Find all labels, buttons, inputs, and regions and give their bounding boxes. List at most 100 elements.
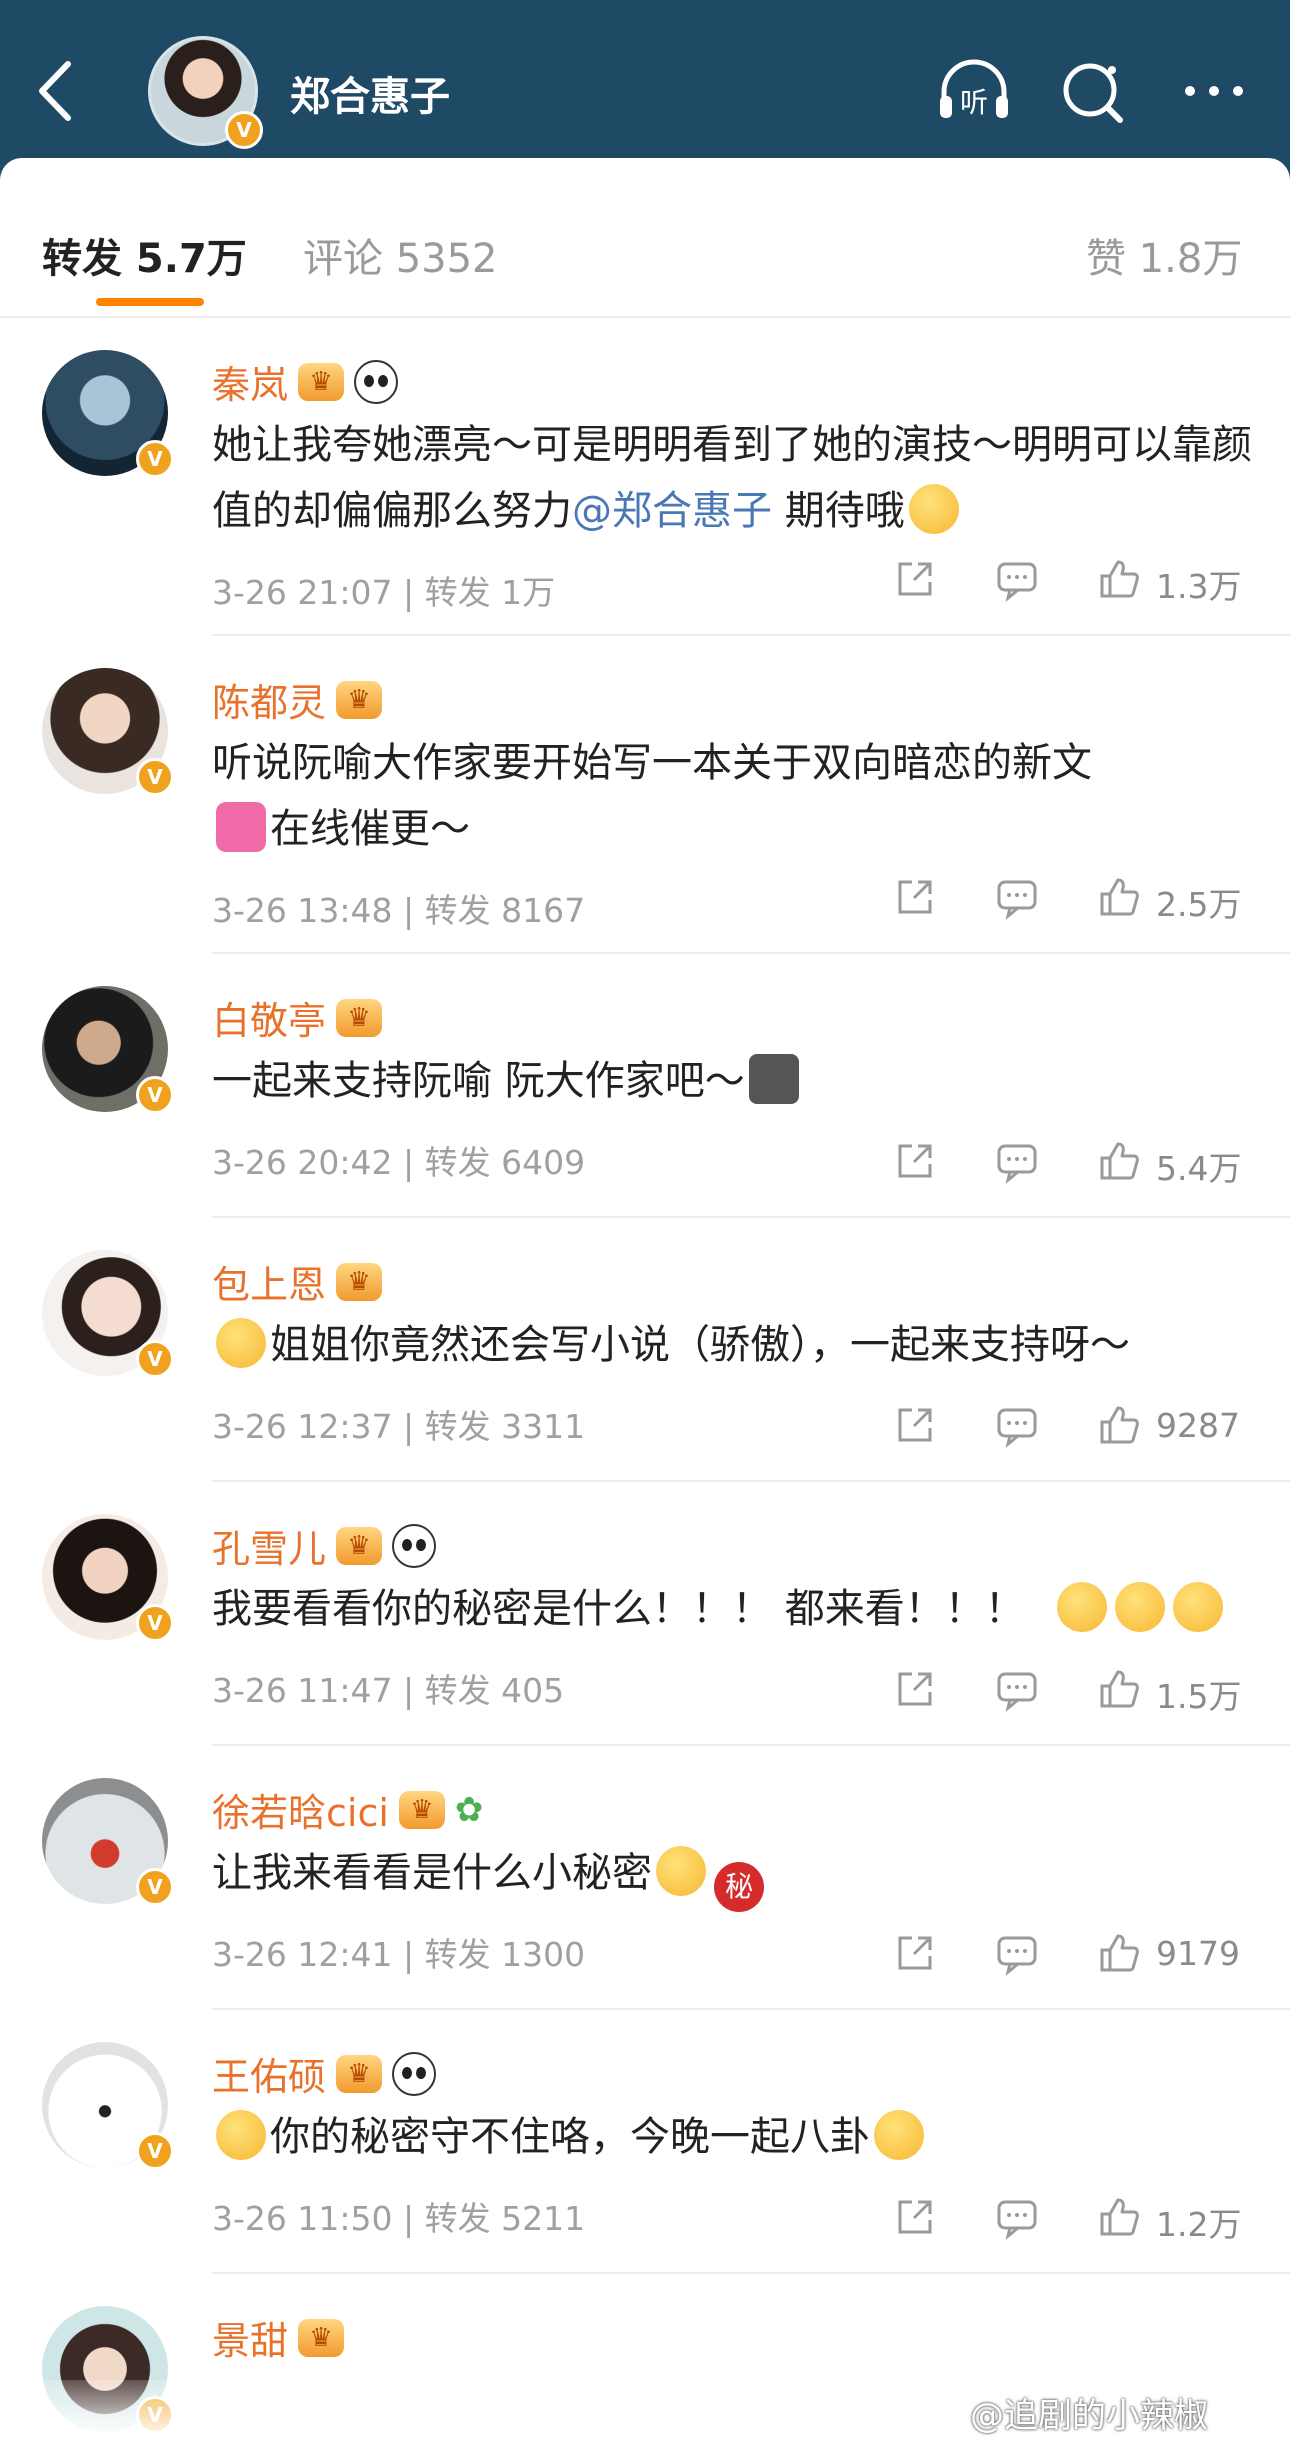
comment-icon[interactable]	[990, 1134, 1044, 1188]
share-icon[interactable]	[888, 1398, 942, 1452]
comment-text: 让我来看看是什么小秘密秘	[212, 1840, 1252, 1912]
tab-bar: 转发 5.7万 评论 5352 赞 1.8万	[0, 158, 1290, 318]
user-name[interactable]: 陈都灵	[212, 672, 326, 727]
comment-text: 她让我夸她漂亮～可是明明看到了她的演技～明明可以靠颜值的却偏偏那么努力@郑合惠子…	[212, 422, 1252, 534]
user-name[interactable]: 徐若晗cici	[212, 1782, 389, 1837]
smug-emoji-icon	[874, 2110, 924, 2160]
verified-badge: V	[225, 111, 263, 149]
heart-emoji-icon	[216, 802, 266, 852]
share-icon[interactable]	[888, 870, 942, 924]
divider	[212, 634, 1290, 636]
post-meta: 3-26 12:37 | 转发 3311	[212, 1407, 586, 1446]
crown-badge-icon: ♛	[398, 1790, 445, 1829]
like-icon[interactable]	[1092, 552, 1146, 606]
comment-icon[interactable]	[990, 1398, 1044, 1452]
comment-icon[interactable]	[990, 2190, 1044, 2244]
avatar[interactable]: V	[42, 1778, 174, 1906]
divider	[212, 952, 1290, 954]
smiling-hearts-emoji-icon	[908, 484, 959, 534]
tv-emoji-icon	[748, 1054, 799, 1104]
mention-link[interactable]: @郑合惠子	[572, 488, 772, 534]
profile-name[interactable]: 郑合惠子	[290, 64, 450, 122]
crown-badge-icon: ♛	[298, 362, 345, 401]
user-name-line: 徐若晗cici ♛ ✿	[212, 1782, 483, 1837]
comment-icon[interactable]	[990, 1662, 1044, 1716]
divider	[212, 2008, 1290, 2010]
comment-icon[interactable]	[990, 552, 1044, 606]
thinking-emoji-icon	[216, 2110, 266, 2160]
shocked-emoji-icon	[1057, 1582, 1108, 1632]
crown-badge-icon: ♛	[336, 1526, 383, 1565]
verified-badge: V	[136, 758, 174, 796]
tab-comments[interactable]: 评论 5352	[303, 226, 498, 284]
user-name[interactable]: 王佑硕	[212, 2046, 326, 2101]
divider	[212, 2272, 1290, 2274]
tab-likes[interactable]: 赞 1.8万	[1086, 226, 1242, 284]
share-icon[interactable]	[888, 1134, 942, 1188]
listen-label: 听	[960, 86, 988, 119]
crown-badge-icon: ♛	[336, 998, 383, 1037]
share-icon[interactable]	[888, 2190, 942, 2244]
avatar[interactable]: V	[42, 986, 174, 1114]
verified-badge: V	[136, 1604, 174, 1642]
share-icon[interactable]	[888, 1662, 942, 1716]
comment-text: 你的秘密守不住咯，今晚一起八卦	[212, 2104, 1252, 2170]
comment-icon[interactable]	[990, 870, 1044, 924]
avatar[interactable]: V	[42, 1514, 174, 1642]
verified-badge: V	[136, 1868, 174, 1906]
share-icon[interactable]	[888, 1926, 942, 1980]
share-icon[interactable]	[888, 552, 942, 606]
profile-avatar[interactable]: V	[148, 36, 263, 149]
panda-badge-icon	[354, 359, 399, 404]
post-meta: 3-26 12:41 | 转发 1300	[212, 1935, 586, 1974]
avatar[interactable]: V	[42, 2042, 174, 2170]
post-meta: 3-26 21:07 | 转发 1万	[212, 573, 556, 612]
watermark: @追剧的小辣椒	[970, 2396, 1208, 2436]
user-name-line: 秦岚 ♛	[212, 354, 399, 409]
crown-badge-icon: ♛	[336, 2054, 383, 2093]
comment-text: 一起来支持阮喻 阮大作家吧～	[212, 1048, 1252, 1114]
search-icon[interactable]	[1054, 56, 1134, 126]
avatar[interactable]: V	[42, 1250, 174, 1378]
like-count: 1.3万	[1156, 567, 1242, 606]
like-icon[interactable]	[1092, 1926, 1146, 1980]
user-name[interactable]: 包上恩	[212, 1254, 326, 1309]
user-name-line: 白敬亭 ♛	[212, 990, 383, 1045]
like-count: 9287	[1156, 1406, 1240, 1445]
listen-icon[interactable]: 听	[934, 56, 1014, 126]
back-icon[interactable]	[30, 56, 80, 126]
avatar[interactable]: V	[42, 668, 174, 796]
like-icon[interactable]	[1092, 1398, 1146, 1452]
panda-badge-icon	[392, 1523, 437, 1568]
like-icon[interactable]	[1092, 870, 1146, 924]
verified-badge: V	[136, 440, 174, 478]
avatar[interactable]: V	[42, 350, 174, 478]
tab-active-indicator	[96, 298, 204, 306]
user-name[interactable]: 孔雪儿	[212, 1518, 326, 1573]
comment-icon[interactable]	[990, 1926, 1044, 1980]
user-name[interactable]: 景甜	[212, 2310, 288, 2365]
user-name[interactable]: 秦岚	[212, 354, 288, 409]
like-count: 9179	[1156, 1934, 1240, 1973]
user-name[interactable]: 白敬亭	[212, 990, 326, 1045]
divider	[212, 1744, 1290, 1746]
tab-reposts[interactable]: 转发 5.7万	[42, 226, 247, 284]
crown-badge-icon: ♛	[298, 2318, 345, 2357]
like-icon[interactable]	[1092, 1662, 1146, 1716]
verified-badge: V	[136, 2132, 174, 2170]
verified-badge: V	[136, 1076, 174, 1114]
crown-badge-icon: ♛	[336, 680, 383, 719]
divider	[212, 1216, 1290, 1218]
like-icon[interactable]	[1092, 1134, 1146, 1188]
like-count: 1.2万	[1156, 2205, 1242, 2244]
comment-text: 我要看看你的秘密是什么！！！ 都来看！！！	[212, 1576, 1252, 1642]
user-name-line: 包上恩 ♛	[212, 1254, 383, 1309]
sprout-badge-icon: ✿	[454, 1789, 484, 1830]
user-name-line: 王佑硕 ♛	[212, 2046, 437, 2101]
like-count: 2.5万	[1156, 885, 1242, 924]
post-meta: 3-26 11:50 | 转发 5211	[212, 2199, 586, 2238]
like-count: 1.5万	[1156, 1677, 1242, 1716]
like-icon[interactable]	[1092, 2190, 1146, 2244]
more-icon[interactable]	[1174, 56, 1254, 126]
comment-text: 姐姐你竟然还会写小说（骄傲），一起来支持呀～	[212, 1312, 1252, 1378]
